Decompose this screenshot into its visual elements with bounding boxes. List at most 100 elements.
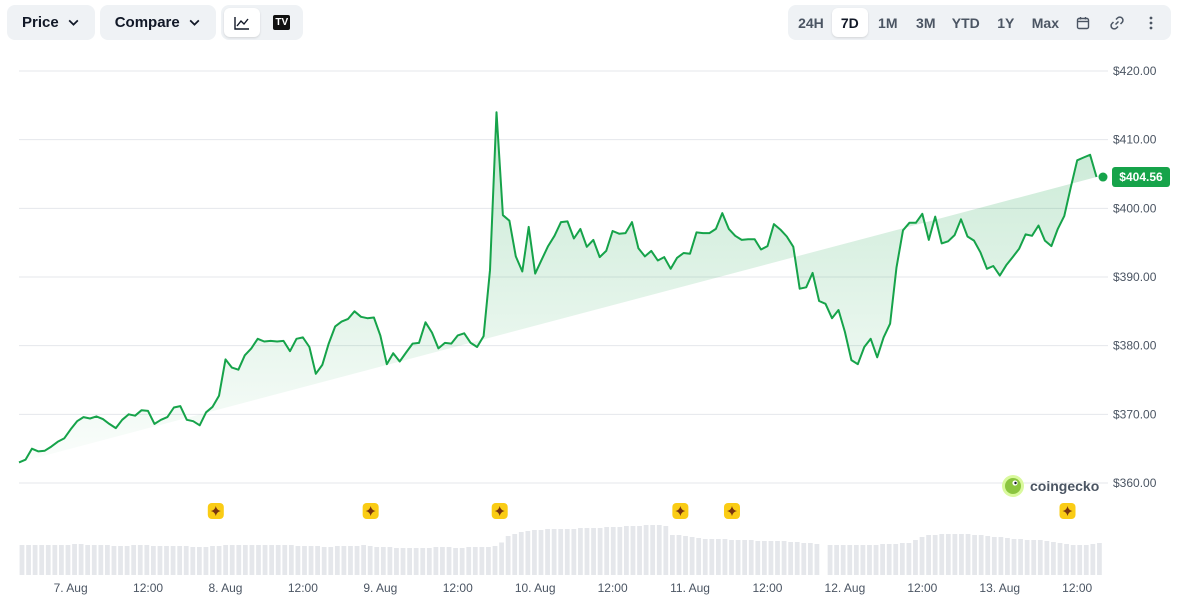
volume-bar [164, 546, 169, 575]
x-tick-label: 10. Aug [515, 581, 556, 595]
volume-bar [919, 537, 925, 575]
volume-bar [807, 543, 813, 575]
volume-bar [196, 547, 202, 575]
volume-bar [683, 536, 688, 575]
y-tick-label: $400.00 [1113, 201, 1157, 215]
x-tick-label: 12. Aug [825, 581, 866, 595]
volume-bar [85, 545, 91, 575]
volume-bar [426, 548, 432, 575]
volume-bar [512, 534, 518, 575]
x-tick-label: 13. Aug [979, 581, 1020, 595]
volume-bar [630, 526, 636, 575]
volume-bar [203, 547, 209, 575]
price-chart[interactable]: $360.00 $370.00 $380.00 $390.00 $400.00 $410.… [0, 0, 1182, 602]
volume-bar [440, 547, 445, 575]
volume-bar [78, 544, 84, 575]
volume-bars [19, 525, 1102, 575]
volume-bar [242, 545, 248, 575]
x-tick-label: 12:00 [443, 581, 473, 595]
volume-bar [643, 525, 649, 575]
volume-bar [124, 546, 130, 575]
watermark-text: coingecko [1030, 478, 1099, 494]
volume-bar [840, 545, 846, 575]
volume-bar [1077, 545, 1083, 575]
volume-bar [945, 534, 951, 575]
volume-bar [709, 539, 715, 575]
event-marker-icon[interactable] [491, 503, 508, 519]
volume-bar [558, 529, 564, 575]
volume-bar [991, 537, 997, 575]
volume-bar [834, 545, 840, 575]
volume-bar [269, 545, 275, 575]
volume-bar [814, 544, 820, 575]
event-marker-icon[interactable] [207, 503, 224, 519]
volume-bar [564, 529, 570, 575]
volume-bar [965, 534, 971, 575]
volume-bar [466, 547, 472, 575]
x-tick-label: 12:00 [1062, 581, 1092, 595]
volume-bar [696, 538, 702, 575]
volume-bar [354, 546, 360, 575]
volume-bar [906, 543, 912, 575]
y-tick-label: $370.00 [1113, 407, 1157, 421]
volume-bar [19, 545, 25, 575]
volume-bar [275, 545, 281, 575]
volume-bar [295, 546, 301, 575]
x-tick-label: 11. Aug [670, 581, 710, 595]
volume-bar [788, 542, 794, 575]
volume-bar [768, 541, 774, 575]
volume-bar [735, 540, 741, 575]
volume-bar [794, 542, 800, 575]
volume-bar [880, 544, 885, 575]
volume-bar [394, 548, 399, 575]
volume-bar [1083, 545, 1089, 575]
event-marker-icon[interactable] [672, 503, 689, 519]
volume-bar [1031, 540, 1037, 575]
y-tick-label: $380.00 [1113, 339, 1157, 353]
volume-bar [374, 547, 380, 575]
current-price-badge: $404.56 [1112, 167, 1170, 188]
volume-bar [525, 531, 531, 575]
volume-bar [702, 539, 708, 575]
volume-bar [847, 545, 853, 575]
volume-bar [867, 545, 872, 575]
volume-bar [978, 535, 984, 575]
volume-bar [486, 547, 491, 575]
volume-bar [321, 547, 327, 575]
volume-bar [433, 547, 439, 575]
volume-bar [998, 537, 1004, 575]
volume-bar [1018, 539, 1023, 575]
volume-bar [518, 532, 524, 575]
y-tick-label: $410.00 [1113, 133, 1157, 147]
volume-bar [1090, 544, 1096, 575]
volume-bar [952, 534, 958, 575]
volume-bar [144, 545, 150, 575]
volume-bar [190, 547, 196, 575]
x-tick-label: 12:00 [907, 581, 937, 595]
y-axis: $360.00 $370.00 $380.00 $390.00 $400.00 $410.… [1113, 64, 1157, 490]
volume-bar [32, 545, 38, 575]
event-marker-icon[interactable] [1059, 503, 1076, 519]
volume-bar [663, 526, 669, 575]
volume-bar [853, 545, 859, 575]
volume-bar [604, 527, 610, 575]
volume-bar [105, 545, 110, 575]
volume-bar [591, 528, 596, 575]
volume-bar [873, 545, 879, 575]
volume-bar [860, 545, 866, 575]
volume-bar [499, 542, 504, 575]
price-area-fill [19, 112, 1097, 463]
volume-bar [761, 541, 767, 575]
volume-bar [893, 544, 899, 575]
current-price-dot [1098, 172, 1108, 182]
volume-bar [1051, 542, 1056, 575]
volume-bar [472, 547, 478, 575]
event-marker-icon[interactable] [362, 503, 379, 519]
volume-bar [91, 545, 97, 575]
volume-bar [334, 546, 340, 575]
volume-bar [380, 547, 386, 575]
event-marker-icon[interactable] [723, 503, 740, 519]
volume-bar [775, 541, 780, 575]
current-price-label: $404.56 [1119, 170, 1163, 184]
volume-bar [742, 540, 748, 575]
